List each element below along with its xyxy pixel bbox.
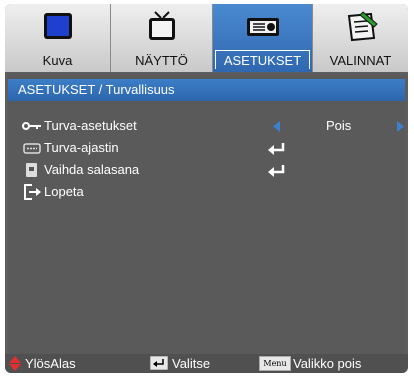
menu-item-lopeta[interactable]: Lopeta <box>8 181 405 203</box>
menu-item-label: Lopeta <box>44 184 84 199</box>
tab-naytto[interactable]: NÄYTTÖ <box>111 4 213 72</box>
exit-icon <box>24 184 41 200</box>
tab-valinnat[interactable]: VALINNAT <box>313 4 408 72</box>
menu-item-label: Turva-asetukset <box>44 118 137 133</box>
password-icon <box>26 163 37 177</box>
menu-body: ASETUKSET / Turvallisuus Turva-asetukset… <box>8 75 405 354</box>
enter-key-icon <box>150 356 168 370</box>
osd-menu: Kuva NÄYTTÖ ASETUKSET VALINNAT ASETUKSET… <box>5 4 408 373</box>
tab-label: Kuva <box>42 53 73 68</box>
menu-item-vaihda-salasana[interactable]: Vaihda salasana <box>8 159 405 181</box>
menu-key-icon: Menu <box>259 356 291 371</box>
help-select-label: Valitse <box>172 356 211 371</box>
tab-kuva[interactable]: Kuva <box>5 4 111 72</box>
tab-asetukset[interactable]: ASETUKSET <box>213 4 313 72</box>
arrow-right-icon[interactable] <box>397 121 404 132</box>
timer-icon <box>23 143 41 154</box>
help-bar: YlösAlas Valitse Menu Valikko pois <box>5 354 408 373</box>
tab-label: VALINNAT <box>329 53 392 68</box>
menu-item-label: Turva-ajastin <box>44 140 119 155</box>
projector-icon <box>246 18 279 36</box>
help-menu-exit-label: Valikko pois <box>293 356 362 371</box>
enter-icon <box>268 143 285 155</box>
tab-label: ASETUKSET <box>223 53 302 68</box>
enter-icon <box>268 165 285 177</box>
arrow-left-icon[interactable] <box>273 121 280 132</box>
page-title-text: ASETUKSET / Turvallisuus <box>18 82 175 97</box>
monitor-icon <box>43 13 72 39</box>
tv-icon <box>148 11 175 40</box>
setting-value: Pois <box>326 118 352 133</box>
tab-label: NÄYTTÖ <box>135 53 188 68</box>
checklist-icon <box>347 11 378 42</box>
page-title: ASETUKSET / Turvallisuus <box>8 79 405 101</box>
help-navigate-label: YlösAlas <box>25 356 76 371</box>
tab-bar: Kuva NÄYTTÖ ASETUKSET VALINNAT <box>5 4 408 72</box>
menu-item-turva-ajastin[interactable]: Turva-ajastin <box>8 137 405 159</box>
menu-item-turva-asetukset[interactable]: Turva-asetukset Pois <box>8 115 405 137</box>
key-icon <box>22 122 41 130</box>
menu-item-label: Vaihda salasana <box>44 162 140 177</box>
up-down-arrow-icon <box>9 356 21 371</box>
